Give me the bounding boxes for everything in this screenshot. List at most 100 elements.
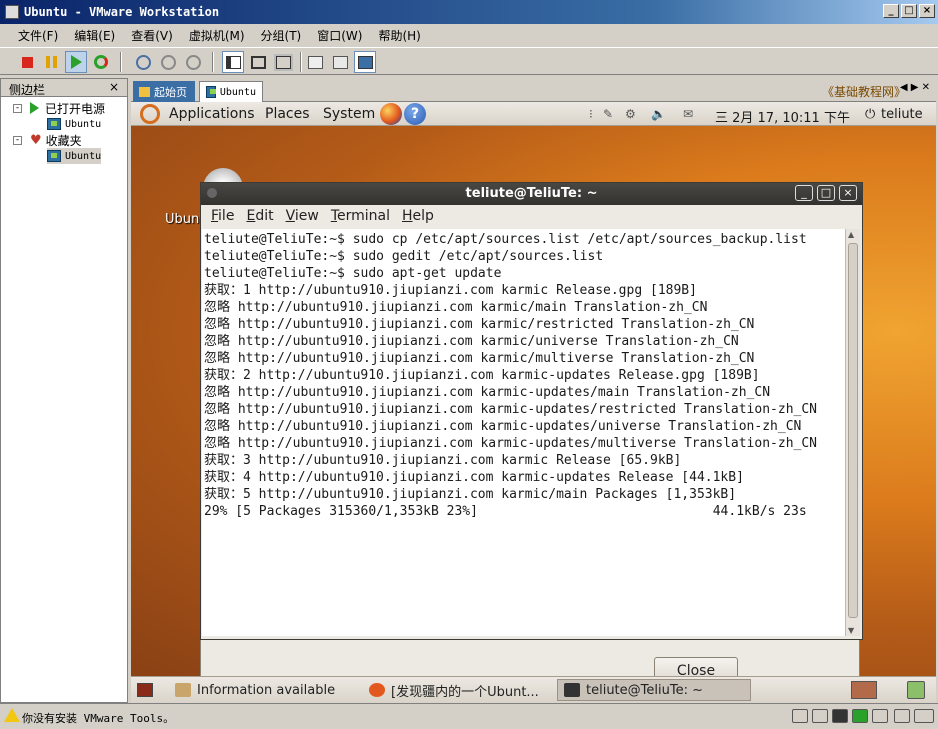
floppy-icon[interactable] <box>832 709 848 723</box>
menu-file[interactable]: 文件(F) <box>10 27 66 44</box>
tab-home[interactable]: 起始页 <box>133 81 195 102</box>
terminal-line: teliute@TeliuTe:~$ sudo apt-get update <box>204 266 502 281</box>
network-adapter-icon[interactable] <box>852 709 868 723</box>
terminal-window: teliute@TeliuTe: ~ _ □ × File Edit View … <box>200 182 863 640</box>
terminal-maximize-button[interactable]: □ <box>817 185 835 201</box>
revert-snapshot-button[interactable] <box>157 51 179 73</box>
tree-item-ubuntu-powered[interactable]: Ubuntu <box>47 116 101 132</box>
cdrom-icon[interactable] <box>812 709 828 723</box>
vmware-menubar: 文件(F) 编辑(E) 查看(V) 虚拟机(M) 分组(T) 窗口(W) 帮助(… <box>0 24 938 46</box>
menu-view[interactable]: 查看(V) <box>123 27 181 44</box>
ubuntu-desktop[interactable]: Applications Places System ? ⁝ ✎ ⚙ 🔈 ✉ 三… <box>131 102 936 700</box>
firefox-icon[interactable] <box>380 103 402 125</box>
terminal-line: 忽略 http://ubuntu910.jiupianzi.com karmic… <box>204 351 755 366</box>
hard-disk-icon[interactable] <box>792 709 808 723</box>
terminal-line: teliute@TeliuTe:~$ sudo gedit /etc/apt/s… <box>204 249 604 264</box>
tree-group-favorites[interactable]: - ♥ 收藏夹 <box>13 132 82 148</box>
user-menu[interactable]: teliute <box>881 107 923 122</box>
menu-vm[interactable]: 虚拟机(M) <box>181 27 253 44</box>
workspace-switcher[interactable] <box>851 681 877 699</box>
desktop-icon-label[interactable]: Ubun <box>165 212 199 227</box>
terminal-line: 获取：4 http://ubuntu910.jiupianzi.com karm… <box>204 470 744 485</box>
update-icon[interactable]: ⚙ <box>625 107 636 121</box>
tree-group-label: 已打开电源 <box>45 101 106 116</box>
warning-icon <box>4 708 20 722</box>
menu-help[interactable]: 帮助(H) <box>370 27 428 44</box>
terminal-minimize-button[interactable]: _ <box>795 185 813 201</box>
tree-item-ubuntu-favorite[interactable]: Ubuntu <box>47 148 102 164</box>
terminal-close-button[interactable]: × <box>839 185 857 201</box>
sound-icon[interactable] <box>894 709 910 723</box>
terminal-scrollbar[interactable]: ▲ ▼ <box>845 229 860 636</box>
scrollbar-thumb[interactable] <box>848 243 858 618</box>
reset-button[interactable] <box>90 51 112 73</box>
trash-icon[interactable] <box>907 681 925 699</box>
minimize-button[interactable]: _ <box>883 4 899 18</box>
collapse-toggle[interactable]: - <box>13 135 22 145</box>
usb-icon[interactable] <box>872 709 888 723</box>
console-icon <box>357 55 373 69</box>
full-screen-icon <box>250 55 266 69</box>
appliance-view-button[interactable] <box>329 51 351 73</box>
tree-item-label: Ubuntu <box>65 118 102 130</box>
snapshot-manager-button[interactable] <box>182 51 204 73</box>
terminal-titlebar[interactable]: teliute@TeliuTe: ~ _ □ × <box>201 183 862 205</box>
message-log-icon[interactable] <box>914 709 934 723</box>
window-title: Ubuntu - VMware Workstation <box>24 5 220 19</box>
stop-icon <box>21 56 33 68</box>
collapse-toggle[interactable]: - <box>13 103 22 113</box>
terminal-menu-view[interactable]: View <box>280 208 325 224</box>
ubuntu-logo-icon <box>140 104 160 124</box>
terminal-title: teliute@TeliuTe: ~ <box>465 186 598 201</box>
play-icon <box>30 102 39 114</box>
menu-window[interactable]: 窗口(W) <box>309 27 370 44</box>
tree-group-powered-on[interactable]: - 已打开电源 <box>13 100 105 116</box>
scroll-up-icon[interactable]: ▲ <box>848 230 854 239</box>
menu-edit[interactable]: 编辑(E) <box>66 27 123 44</box>
suspend-button[interactable] <box>40 51 62 73</box>
scroll-down-icon[interactable]: ▼ <box>848 626 854 635</box>
menu-places[interactable]: Places <box>265 106 310 122</box>
task-firefox[interactable]: [发现疆内的一个Ubunt... <box>363 679 551 701</box>
tab-ubuntu[interactable]: Ubuntu <box>199 81 263 102</box>
task-information-available[interactable]: Information available <box>169 679 359 701</box>
terminal-menu-file[interactable]: File <box>205 208 240 224</box>
menu-system[interactable]: System <box>323 106 375 122</box>
snapshot-button[interactable] <box>132 51 154 73</box>
home-icon <box>139 86 150 97</box>
tab-nav-arrows[interactable]: ◀ ▶ ✕ <box>900 82 930 93</box>
guest-display[interactable]: 起始页 Ubuntu 《基础教程网》 ◀ ▶ ✕ Applications Pl… <box>131 78 936 703</box>
quick-switch-button[interactable] <box>272 51 294 73</box>
full-screen-button[interactable] <box>247 51 269 73</box>
terminal-menu-terminal[interactable]: Terminal <box>325 208 396 224</box>
console-view-button[interactable] <box>354 51 376 73</box>
site-link[interactable]: 《基础教程网》 <box>822 83 906 100</box>
terminal-menu-edit[interactable]: Edit <box>240 208 279 224</box>
show-sidebar-button[interactable] <box>222 51 244 73</box>
menu-team[interactable]: 分组(T) <box>253 27 310 44</box>
close-button[interactable]: × <box>919 4 935 18</box>
mail-icon[interactable]: ✉ <box>683 107 693 121</box>
task-terminal[interactable]: teliute@TeliuTe: ~ <box>557 679 751 701</box>
help-icon[interactable]: ? <box>404 103 426 125</box>
terminal-line: 忽略 http://ubuntu910.jiupianzi.com karmic… <box>204 317 755 332</box>
maximize-button[interactable]: □ <box>901 4 917 18</box>
menu-applications[interactable]: Applications <box>169 106 255 122</box>
shutdown-icon[interactable]: ⏻ <box>865 107 875 122</box>
vm-icon <box>206 86 216 98</box>
volume-icon[interactable]: 🔈 <box>651 107 666 121</box>
summary-view-button[interactable] <box>304 51 326 73</box>
terminal-line: 忽略 http://ubuntu910.jiupianzi.com karmic… <box>204 300 708 315</box>
snapshot-icon <box>135 54 151 70</box>
clock[interactable]: 三 2月 17, 10:11 下午 <box>715 107 850 126</box>
sidebar-close-icon[interactable]: × <box>109 80 119 94</box>
terminal-menu-help[interactable]: Help <box>396 208 440 224</box>
tab-ubuntu-label: Ubuntu <box>219 86 256 98</box>
power-off-button[interactable] <box>16 51 38 73</box>
power-on-button[interactable] <box>65 51 87 73</box>
show-desktop-icon[interactable] <box>137 683 153 697</box>
terminal-output[interactable]: teliute@TeliuTe:~$ sudo cp /etc/apt/sour… <box>202 229 845 636</box>
summary-icon <box>307 55 323 69</box>
vm-icon <box>47 150 61 162</box>
network-icon[interactable]: ✎ <box>603 107 613 121</box>
